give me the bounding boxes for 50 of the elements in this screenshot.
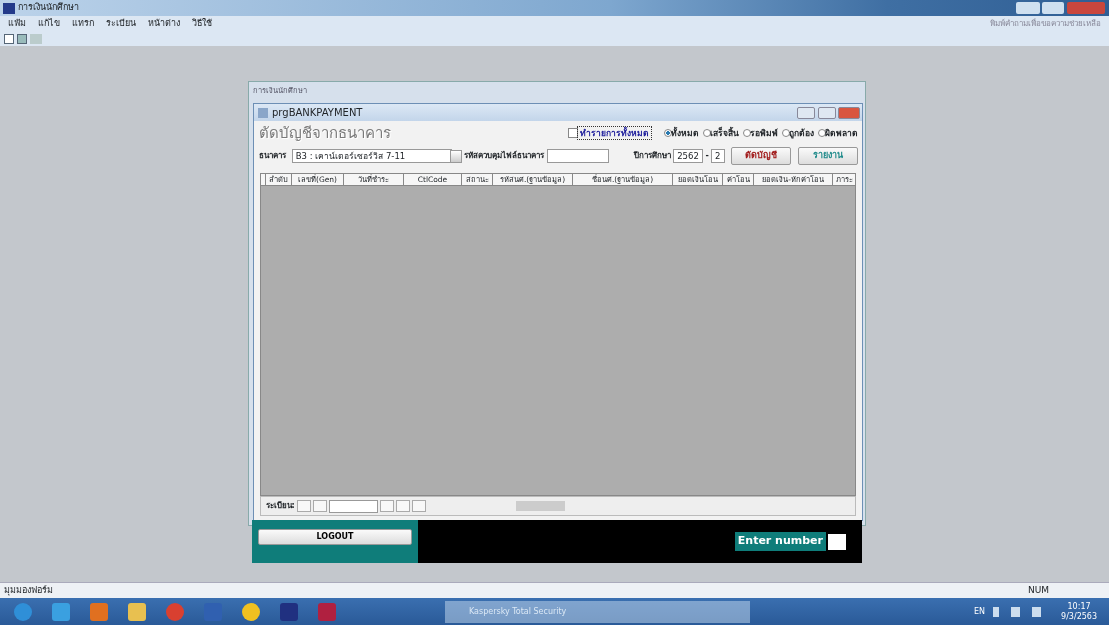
radio-label[interactable]: ทั้งหมด (670, 126, 699, 140)
year-field[interactable]: 2562 (673, 149, 704, 163)
minimize-button[interactable] (797, 106, 816, 119)
menu-item[interactable]: แทรก (72, 17, 94, 31)
select-all-label[interactable]: ทำรายการทั้งหมด (576, 125, 652, 141)
menu-item[interactable]: หน้าต่าง (148, 17, 180, 31)
next-record-button[interactable] (380, 500, 394, 512)
maximize-button[interactable] (817, 106, 836, 119)
enter-number-label: Enter number (734, 532, 826, 551)
logout-button[interactable]: LOGOUT (258, 529, 412, 545)
menu-item[interactable]: ระเบียน (106, 17, 136, 31)
form-title: prgBANKPAYMENT (272, 106, 363, 120)
cut-account-button[interactable]: ตัดบัญชี (731, 147, 792, 165)
radio-button[interactable] (664, 129, 672, 137)
number-field[interactable] (828, 533, 846, 550)
radio-label[interactable]: ผิดพลาด (824, 126, 858, 140)
last-record-button[interactable] (396, 500, 410, 512)
bank-select[interactable]: B3 : เคาน์เตอร์เซอร์วิส 7-11 (291, 149, 452, 163)
first-record-button[interactable] (296, 500, 311, 512)
new-record-button[interactable] (412, 500, 426, 512)
report-button[interactable]: รายงาน (797, 147, 858, 165)
bank-label: ธนาคาร (258, 150, 286, 162)
radio-button[interactable] (818, 129, 826, 137)
academic-year-label: ปีการศึกษา (633, 150, 671, 162)
menu-item[interactable]: แก้ไข (38, 17, 60, 31)
record-number-field[interactable] (328, 499, 378, 513)
checkbox[interactable] (568, 128, 578, 138)
window-title: การเงินนักศึกษา (18, 1, 79, 15)
status-text: มุมมองฟอร์ม (4, 583, 53, 598)
num-lock-indicator: NUM (1027, 583, 1049, 597)
term-field[interactable]: 2 (711, 149, 725, 163)
previous-record-button[interactable] (312, 500, 327, 512)
control-code-label: รหัสควบคุมไฟล์ธนาคาร (464, 150, 545, 162)
menu-item[interactable]: แฟ้ม (8, 17, 26, 31)
maximize-button[interactable] (1042, 2, 1065, 14)
form-heading: ตัดบัญชีจากธนาคาร (258, 122, 391, 144)
radio-label[interactable]: เสร็จสิ้น (709, 126, 739, 140)
clock-time: 10:17 (1066, 601, 1092, 612)
radio-label[interactable]: ถูกต้อง (788, 126, 814, 140)
radio-label[interactable]: รอพิมพ์ (749, 126, 778, 140)
radio-button[interactable] (743, 129, 751, 137)
record-label: ระเบียน: (265, 500, 295, 512)
clock-date: 9/3/2563 (1061, 611, 1097, 622)
radio-button[interactable] (782, 129, 790, 137)
language-indicator[interactable]: EN (974, 605, 986, 618)
menu-item[interactable]: วิธีใช้ (192, 17, 212, 31)
radio-button[interactable] (703, 129, 711, 137)
close-button[interactable] (837, 106, 860, 119)
separator-text: - (705, 150, 709, 162)
control-code-field[interactable] (546, 149, 609, 163)
